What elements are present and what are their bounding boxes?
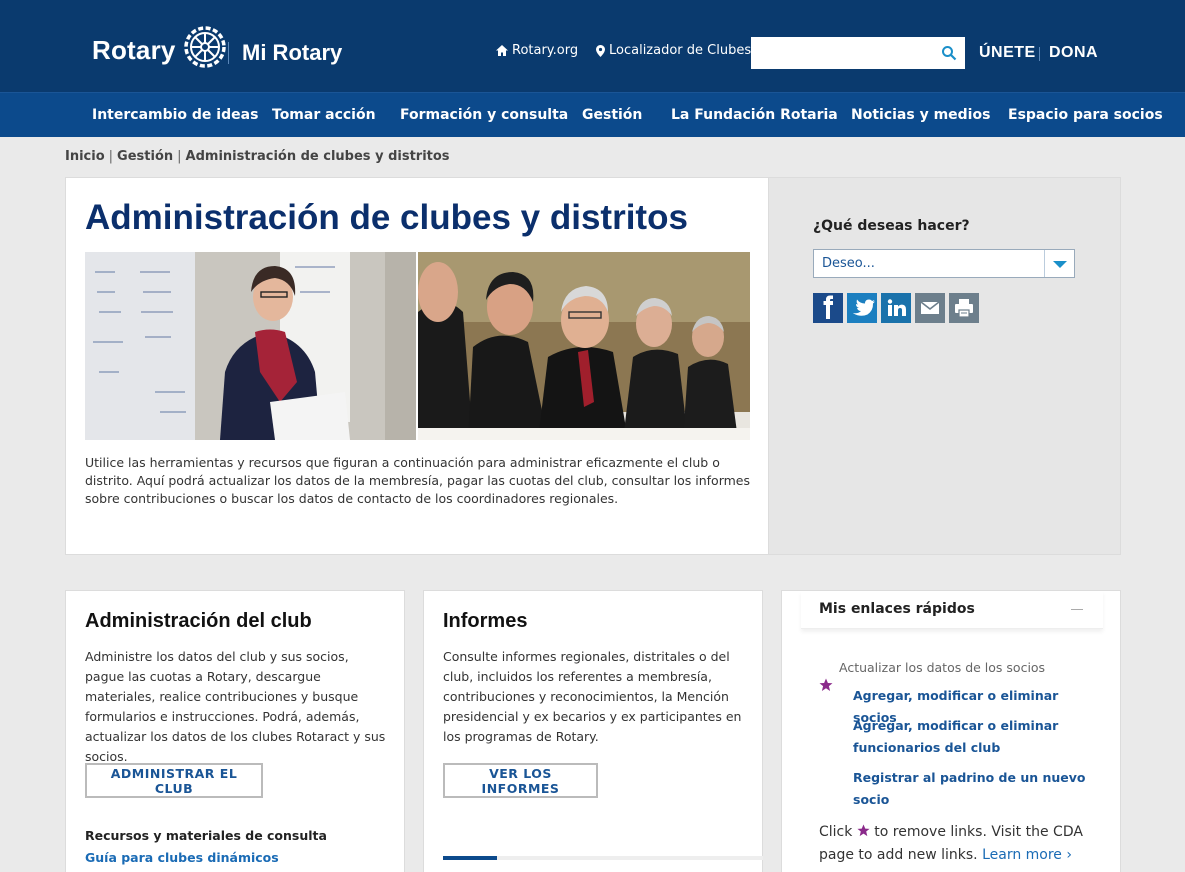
manage-club-button[interactable]: ADMINISTRAR EL CLUB [85, 763, 263, 798]
collapse-icon[interactable] [1071, 609, 1083, 610]
nav-item-learning[interactable]: Formación y consulta [400, 107, 568, 123]
footer-text-pre: Click [819, 824, 853, 840]
card-title: Administración del club [85, 610, 312, 632]
quick-links-title: Mis enlaces rápidos [819, 601, 975, 617]
nav-item-take-action[interactable]: Tomar acción [272, 107, 376, 123]
linkedin-icon[interactable] [881, 293, 911, 323]
action-sidebar: ¿Qué deseas hacer? Deseo... [769, 177, 1121, 555]
reports-card: Informes Consulte informes regionales, d… [423, 590, 763, 872]
twitter-icon[interactable] [847, 293, 877, 323]
share-bar [813, 293, 979, 323]
page-title: Administración de clubes y distritos [85, 198, 688, 237]
header-divider [1039, 47, 1040, 61]
nav-item-members[interactable]: Espacio para socios [1008, 107, 1163, 123]
carousel-progress [443, 856, 763, 860]
breadcrumb-management[interactable]: Gestión [117, 149, 173, 164]
quick-links-footer: Click to remove links. Visit the CDA pag… [819, 821, 1109, 867]
join-link[interactable]: ÚNETE [979, 44, 1036, 62]
logo-divider [228, 42, 229, 64]
quick-links-category: Actualizar los datos de los socios [839, 660, 1046, 675]
donate-link[interactable]: DONA [1049, 44, 1098, 62]
quick-links-panel: Mis enlaces rápidos Actualizar los datos… [781, 590, 1121, 872]
main-nav: Intercambio de ideas Tomar acción Formac… [0, 92, 1185, 137]
breadcrumb-separator: | [108, 149, 114, 164]
resources-heading: Recursos y materiales de consulta [85, 828, 327, 843]
facebook-icon[interactable] [813, 293, 843, 323]
rotary-wheel-icon [183, 26, 226, 68]
card-description: Consulte informes regionales, distritale… [443, 649, 742, 744]
action-select[interactable]: Deseo... [813, 249, 1075, 278]
search-icon[interactable] [941, 45, 957, 61]
map-pin-icon [596, 44, 605, 57]
nav-item-news[interactable]: Noticias y medios [851, 107, 990, 123]
util-link-rotary-org[interactable]: Rotary.org [496, 43, 578, 58]
breadcrumb-current: Administración de clubes y distritos [185, 149, 450, 164]
home-icon [496, 45, 508, 56]
star-icon [857, 824, 870, 837]
hero-card: Administración de clubes y distritos Uti… [65, 177, 769, 555]
nav-item-management[interactable]: Gestión [582, 107, 642, 123]
hero-photo-presenter [85, 252, 416, 440]
quick-link-officers[interactable]: Agregar, modificar o eliminar funcionari… [853, 715, 1103, 759]
select-arrow[interactable] [1044, 250, 1074, 277]
breadcrumb-separator: | [177, 149, 182, 164]
email-icon[interactable] [915, 293, 945, 323]
carousel-progress-fill [443, 856, 498, 860]
util-link-label: Rotary.org [512, 43, 579, 58]
star-icon[interactable] [819, 678, 833, 692]
util-link-club-finder[interactable]: Localizador de Clubes [596, 43, 751, 58]
resources-link[interactable]: Guía para clubes dinámicos [85, 850, 279, 865]
search-input[interactable] [751, 37, 931, 69]
nav-item-ideas[interactable]: Intercambio de ideas [92, 107, 258, 123]
print-icon[interactable] [949, 293, 979, 323]
site-header: Rotary Mi Rotary Rotary.org Localizador … [0, 0, 1185, 92]
hero-description: Utilice las herramientas y recursos que … [85, 455, 750, 506]
search-box [751, 37, 965, 69]
action-question: ¿Qué deseas hacer? [813, 218, 970, 234]
logo-wordmark: Rotary [92, 34, 176, 65]
card-title: Informes [443, 610, 528, 632]
util-link-label: Localizador de Clubes [609, 43, 752, 58]
breadcrumb-home[interactable]: Inicio [65, 149, 105, 164]
quick-links-header: Mis enlaces rápidos [801, 591, 1103, 629]
rotary-logo[interactable]: Rotary [92, 26, 228, 70]
learn-more-link[interactable]: Learn more › [982, 847, 1072, 863]
hero-photo-members [418, 252, 750, 440]
view-reports-button[interactable]: VER LOS INFORMES [443, 763, 598, 798]
quick-link-sponsor[interactable]: Registrar al padrino de un nuevo socio [853, 767, 1103, 811]
chevron-down-icon [1053, 261, 1067, 268]
site-name[interactable]: Mi Rotary [242, 40, 342, 66]
breadcrumb: Inicio | Gestión | Administración de clubes … [65, 149, 450, 164]
nav-item-foundation[interactable]: La Fundación Rotaria [671, 107, 838, 123]
card-description: Administre los datos del club y sus soci… [85, 649, 386, 764]
action-select-value: Deseo... [822, 256, 875, 271]
club-admin-card: Administración del club Administre los d… [65, 590, 405, 872]
